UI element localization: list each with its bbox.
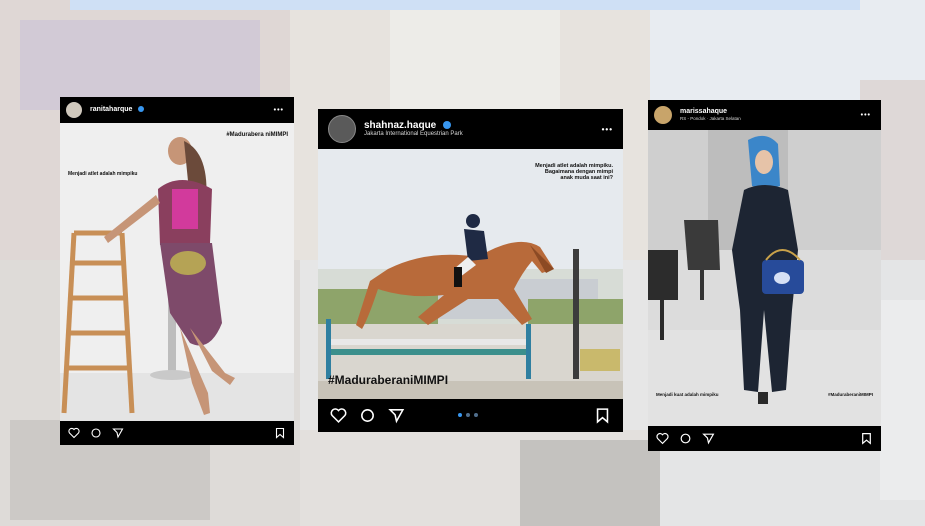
post-location[interactable]: Jakarta International Equestrian Park xyxy=(364,131,463,138)
post-header: marissahaque RS - Pondok · Jakarta Selat… xyxy=(648,100,881,130)
photo-woman-ladder xyxy=(60,123,294,421)
share-icon[interactable] xyxy=(112,427,124,439)
more-options-icon[interactable]: ••• xyxy=(274,107,284,114)
carousel-dots xyxy=(458,413,478,417)
heart-icon[interactable] xyxy=(656,432,669,445)
post-caption: Menjadi kuat adalah mimpiku xyxy=(656,392,719,397)
post-action-bar xyxy=(60,421,294,445)
carousel-dot-active xyxy=(458,413,462,417)
username[interactable]: shahnaz.haque xyxy=(364,120,436,131)
post-hashtag: #MaduraberaniMIMPI xyxy=(328,373,449,387)
avatar[interactable] xyxy=(328,115,356,143)
verified-badge-icon xyxy=(138,106,145,113)
comment-icon[interactable] xyxy=(679,432,692,445)
share-icon[interactable] xyxy=(388,407,405,424)
carousel-dot xyxy=(466,413,470,417)
heart-icon[interactable] xyxy=(68,427,80,439)
heart-icon[interactable] xyxy=(330,407,347,424)
more-options-icon[interactable]: ••• xyxy=(602,125,613,134)
avatar[interactable] xyxy=(66,102,82,118)
photo-equestrian-jump xyxy=(318,149,623,399)
post-location[interactable]: RS - Pondok · Jakarta Selatan xyxy=(680,116,741,121)
bookmark-icon[interactable] xyxy=(274,427,286,439)
bookmark-icon[interactable] xyxy=(594,407,611,424)
post-header: shahnaz.haque Jakarta International Eque… xyxy=(318,109,623,149)
post-image: #Madurabera niMIMPI Menjadi atlet adalah… xyxy=(60,123,294,421)
post-hashtag: #Madurabera niMIMPI xyxy=(226,132,288,138)
more-options-icon[interactable]: ••• xyxy=(861,112,871,119)
post-image: Menjadi kuat adalah mimpiku #Maduraberan… xyxy=(648,130,881,426)
username[interactable]: ranitaharque xyxy=(90,106,132,113)
comment-icon[interactable] xyxy=(359,407,376,424)
share-icon[interactable] xyxy=(702,432,715,445)
instagram-post-1: ranitaharque ••• #Madurabera niMIMPI Men… xyxy=(60,97,294,445)
post-image: Menjadi atlet adalah mimpiku. Bagaimana … xyxy=(318,149,623,399)
username[interactable]: marissahaque xyxy=(680,108,727,115)
bookmark-icon[interactable] xyxy=(860,432,873,445)
post-action-bar xyxy=(318,399,623,432)
comment-icon[interactable] xyxy=(90,427,102,439)
post-action-bar xyxy=(648,426,881,451)
instagram-post-3: marissahaque RS - Pondok · Jakarta Selat… xyxy=(648,100,881,451)
carousel-dot xyxy=(474,413,478,417)
post-hashtag: #MaduraberaniMIMPI xyxy=(827,392,873,397)
instagram-post-2: shahnaz.haque Jakarta International Eque… xyxy=(318,109,623,432)
post-caption: Menjadi atlet adalah mimpiku xyxy=(68,171,138,177)
verified-badge-icon xyxy=(443,121,452,130)
post-caption: Menjadi atlet adalah mimpiku. Bagaimana … xyxy=(535,163,613,181)
photo-woman-office xyxy=(648,130,881,426)
avatar[interactable] xyxy=(654,106,672,124)
post-header: ranitaharque ••• xyxy=(60,97,294,123)
